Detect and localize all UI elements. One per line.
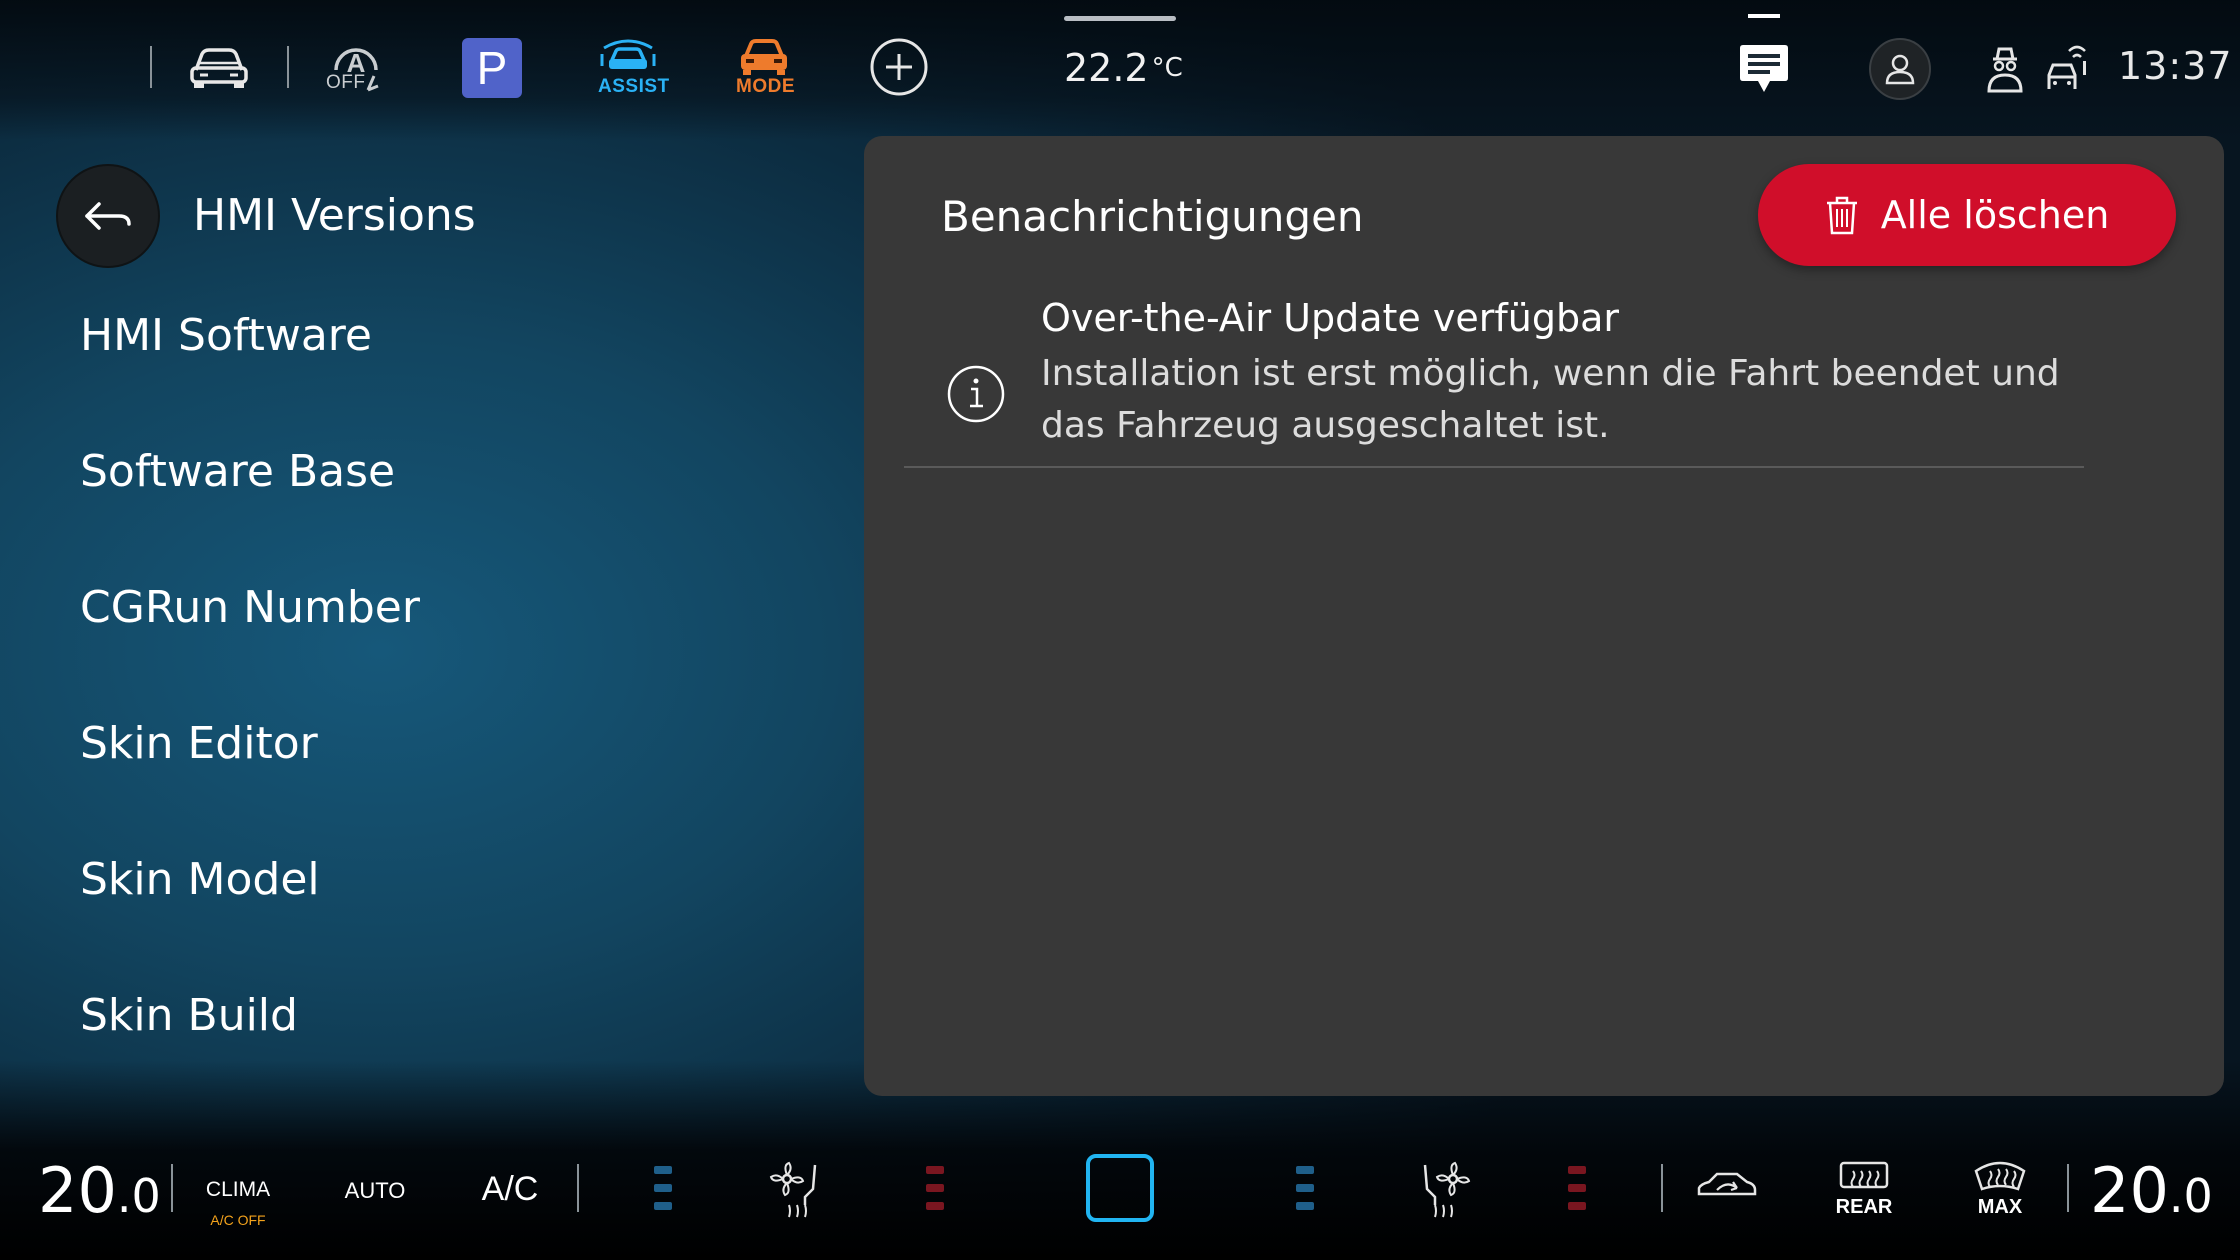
driver-temperature-dec: .0 <box>116 1169 161 1223</box>
list-item-hmi-software[interactable]: HMI Software <box>80 310 372 361</box>
assist-icon <box>600 39 656 69</box>
notifications-panel: Benachrichtigungen Alle löschen Over-the… <box>864 136 2224 1096</box>
car-icon[interactable] <box>186 40 252 96</box>
max-defrost-label: MAX <box>1977 1196 2023 1218</box>
ac-off-status: A/C OFF <box>210 1212 266 1228</box>
outside-temperature-unit: °C <box>1151 53 1183 83</box>
list-item-skin-editor[interactable]: Skin Editor <box>80 718 318 769</box>
divider <box>287 46 289 88</box>
back-arrow-icon <box>85 202 131 230</box>
driver-seat-heating-level[interactable] <box>926 1166 944 1210</box>
passenger-seat-ventilation-button[interactable] <box>1408 1156 1474 1222</box>
recirculation-button[interactable] <box>1692 1162 1762 1212</box>
notifications-button[interactable] <box>1734 40 1794 100</box>
assist-button[interactable]: ASSIST <box>590 36 669 102</box>
divider <box>1661 1164 1663 1212</box>
seat-fan-icon <box>1423 1161 1471 1218</box>
notifications-title: Benachrichtigungen <box>941 192 1364 241</box>
clima-button[interactable]: CLIMA <box>198 1178 278 1202</box>
auto-hold-off-label: OFF <box>326 72 366 93</box>
notification-divider <box>904 466 2084 468</box>
clock: 13:37 <box>2118 44 2233 88</box>
back-button[interactable] <box>56 164 160 268</box>
driver-temperature-int: 20 <box>38 1154 117 1227</box>
parking-button[interactable]: P <box>462 38 522 98</box>
notification-body: Installation ist erst möglich, wenn die … <box>1041 353 2060 446</box>
front-defrost-icon <box>1974 1161 2026 1191</box>
top-status-bar: A OFF P ASSIST MODE 22.2 °C 13:37 <box>0 0 2240 130</box>
assist-label: ASSIST <box>598 76 670 97</box>
seat-fan-icon <box>769 1161 817 1218</box>
user-icon <box>1885 54 1915 85</box>
drive-mode-button[interactable]: MODE <box>726 36 802 102</box>
trash-icon <box>1826 196 1857 235</box>
notification-item[interactable]: Over-the-Air Update verfügbar Installati… <box>904 296 2084 606</box>
climate-bar: 20.0 CLIMA A/C OFF AUTO A/C REAR MAX 20.… <box>0 1120 2240 1260</box>
plus-circle-icon <box>870 38 928 96</box>
driver-temperature[interactable]: 20.0 <box>38 1154 161 1227</box>
auto-hold-off-icon[interactable]: A OFF <box>322 36 390 98</box>
climate-menu-button[interactable] <box>1086 1154 1154 1222</box>
ac-button[interactable]: A/C <box>472 1170 548 1209</box>
clima-label: CLIMA <box>205 1178 271 1201</box>
add-shortcut-button[interactable] <box>868 36 930 98</box>
list-item-software-base[interactable]: Software Base <box>80 446 395 497</box>
air-recirculation-icon <box>1697 1172 1757 1196</box>
pull-down-handle[interactable] <box>1064 16 1176 21</box>
notification-title: Over-the-Air Update verfügbar <box>1041 296 1619 340</box>
divider <box>150 46 152 88</box>
rear-defrost-icon <box>1839 1161 1889 1189</box>
outside-temperature-value: 22.2 <box>1064 46 1149 90</box>
privacy-mode-icon[interactable] <box>1982 44 2028 94</box>
drive-mode-car-icon <box>741 39 787 75</box>
message-icon <box>1740 45 1788 92</box>
passenger-seat-heating-level[interactable] <box>1568 1166 1586 1210</box>
page-title: HMI Versions <box>193 190 476 241</box>
divider <box>577 1164 579 1212</box>
outside-temperature: 22.2 °C <box>1064 46 1183 90</box>
divider <box>2067 1164 2069 1212</box>
profile-button[interactable] <box>1869 38 1931 100</box>
passenger-temperature[interactable]: 20.0 <box>2090 1154 2213 1227</box>
passenger-temperature-int: 20 <box>2090 1154 2169 1227</box>
auto-button[interactable]: AUTO <box>334 1178 416 1204</box>
divider <box>171 1164 173 1212</box>
drive-mode-label: MODE <box>736 76 795 97</box>
list-item-skin-build[interactable]: Skin Build <box>80 990 298 1041</box>
passenger-seat-cooling-level[interactable] <box>1296 1166 1314 1210</box>
driver-seat-ventilation-button[interactable] <box>766 1156 832 1222</box>
passenger-temperature-dec: .0 <box>2168 1169 2213 1223</box>
clear-all-button[interactable]: Alle löschen <box>1758 164 2176 266</box>
info-icon <box>947 365 1005 423</box>
driver-seat-cooling-level[interactable] <box>654 1166 672 1210</box>
rear-defrost-label: REAR <box>1835 1196 1893 1218</box>
list-item-cgrun-number[interactable]: CGRun Number <box>80 582 420 633</box>
apps-grid-icon[interactable] <box>32 46 122 90</box>
car-connectivity-icon[interactable] <box>2044 44 2090 94</box>
list-item-skin-model[interactable]: Skin Model <box>80 854 320 905</box>
notification-active-indicator <box>1748 14 1780 18</box>
clear-all-label: Alle löschen <box>1880 193 2110 237</box>
parking-label: P <box>476 42 508 94</box>
